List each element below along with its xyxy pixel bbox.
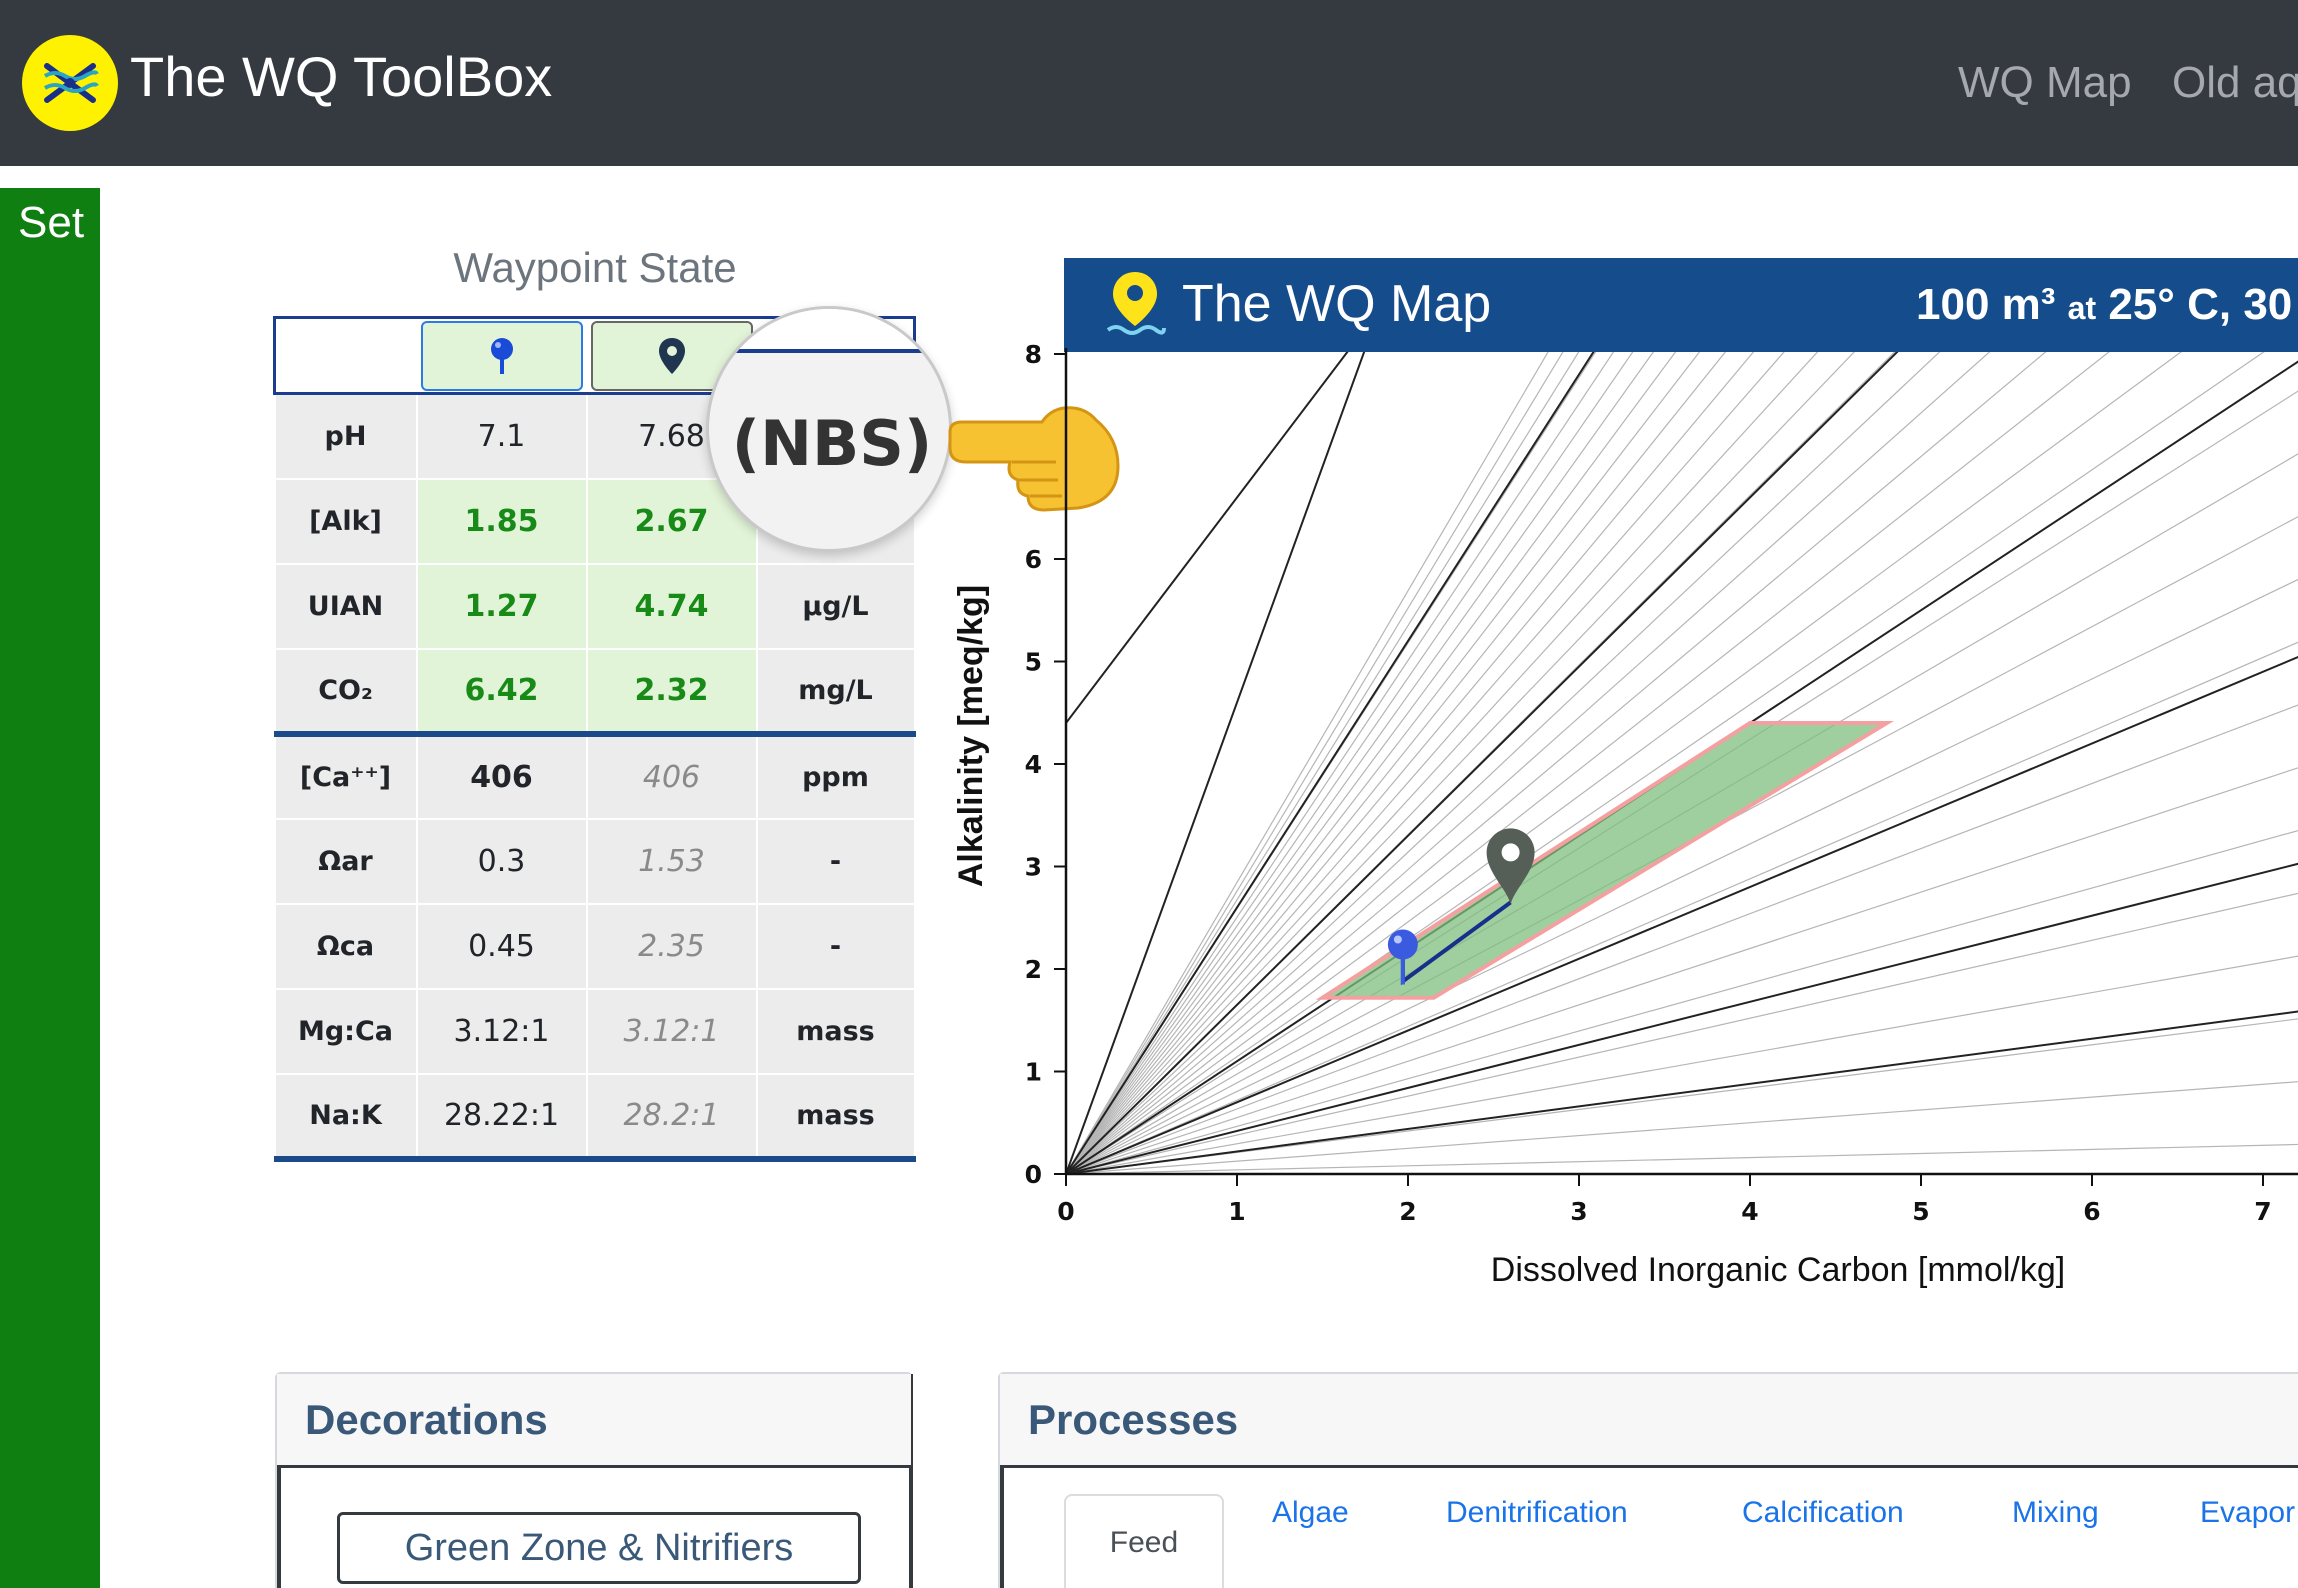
ph-isopleth-line (1066, 352, 1941, 1174)
ph-major-line (1066, 655, 2298, 1174)
y-tick-label: 1 (1025, 1058, 1042, 1087)
ph-isopleth-line (1066, 641, 2298, 1174)
ph-isopleth-line (1066, 352, 1549, 1174)
end-marker-center (1501, 843, 1520, 862)
ph-isopleth-line (1066, 352, 2047, 1174)
ph-isopleth-line (1066, 352, 1580, 1174)
y-tick-label: 2 (1025, 955, 1042, 984)
ph-isopleth-line (1066, 352, 2110, 1174)
ph-isopleth-line (1066, 352, 1855, 1174)
tab-calcification[interactable]: Calcification (1742, 1496, 1904, 1530)
wq-map-chart[interactable]: 0 1 2 3 4 5 6 7 0 1 2 3 4 5 6 8 Dissolved Inorganic Carb… (0, 0, 2298, 1400)
ph-major-line (1066, 352, 1899, 1174)
ph-major-line (1066, 352, 1366, 1174)
ph-isopleth-line (1066, 352, 1597, 1174)
y-tick-label: 3 (1025, 853, 1042, 882)
y-tick-label: 5 (1025, 648, 1042, 677)
x-tick-label: 3 (1570, 1197, 1587, 1226)
ph-isopleth-line (1066, 390, 2298, 1174)
tab-evaporation[interactable]: Evapor (2200, 1496, 2295, 1530)
decorations-card-header: Decorations (277, 1374, 911, 1468)
ph-isopleth-line (1066, 578, 2298, 1174)
ph-major-line (1066, 360, 2298, 1174)
tab-feed[interactable]: Feed (1064, 1494, 1224, 1588)
ph-isopleth-line (1066, 352, 1896, 1174)
ph-isopleth-line (1066, 352, 1701, 1174)
ph-isopleth-line (1066, 352, 2265, 1174)
y-axis-label: Alkalinity [meq/kg] (952, 585, 990, 887)
ph-major-line (1066, 352, 1595, 1174)
ph-isopleth-line (1066, 352, 1677, 1174)
x-tick-label: 1 (1228, 1197, 1245, 1226)
green-zone-nitrifiers-button[interactable]: Green Zone & Nitrifiers (337, 1512, 861, 1584)
ph-isopleth-line (1066, 453, 2298, 1174)
tab-feed-label: Feed (1109, 1526, 1179, 1559)
ph-isopleth-line (1066, 352, 1785, 1174)
ph-isopleth-line (1066, 352, 1819, 1174)
y-tick-label: 4 (1025, 750, 1042, 779)
x-tick-label: 2 (1399, 1197, 1416, 1226)
tab-denitrification[interactable]: Denitrification (1446, 1496, 1628, 1530)
ph-isopleth-line (1066, 1018, 2298, 1174)
start-marker-highlight (1393, 935, 1402, 944)
ph-isopleth-line (1066, 352, 1655, 1174)
ph-major-line (1066, 352, 1349, 724)
y-tick-label: 6 (1025, 545, 1042, 574)
x-tick-label: 4 (1741, 1197, 1758, 1226)
decorations-title: Decorations (305, 1396, 548, 1443)
y-tick-label: 0 (1025, 1160, 1042, 1189)
decorations-card: Decorations Green Zone & Nitrifiers (275, 1372, 913, 1588)
tab-mixing[interactable]: Mixing (2012, 1496, 2099, 1530)
x-tick-label: 6 (2083, 1197, 2100, 1226)
ph-isopleth-line (1066, 352, 1991, 1174)
processes-card-header: Processes (1000, 1374, 2298, 1468)
plot-area (1066, 352, 2298, 1174)
ph-isopleth-line (1066, 352, 1564, 1174)
x-tick-label: 7 (2254, 1197, 2271, 1226)
y-tick-label: 8 (1025, 340, 1042, 369)
ph-isopleth-line (1066, 352, 1755, 1174)
tab-algae[interactable]: Algae (1272, 1496, 1349, 1530)
ph-isopleth-line (1066, 352, 1727, 1174)
x-axis-label: Dissolved Inorganic Carbon [mmol/kg] (1491, 1251, 2065, 1289)
processes-title: Processes (1028, 1396, 1239, 1443)
x-tick-label: 5 (1912, 1197, 1929, 1226)
start-waypoint-marker (1387, 929, 1418, 960)
ph-isopleth-line (1066, 352, 1615, 1174)
x-tick-label: 0 (1057, 1197, 1074, 1226)
ph-isopleth-line (1066, 352, 1634, 1174)
ph-isopleth-line (1066, 352, 2182, 1174)
